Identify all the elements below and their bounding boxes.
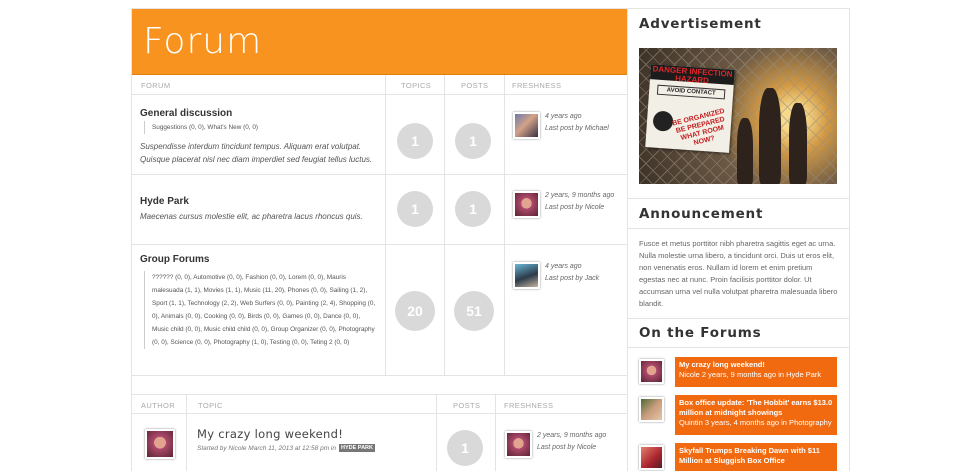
posts-count: 1 xyxy=(455,123,491,159)
forum-link-group-forums[interactable]: Group Forums xyxy=(140,254,209,265)
forum-activity-item[interactable]: Skyfall Trumps Breaking Dawn with $11 Mi… xyxy=(639,443,837,471)
avatar[interactable] xyxy=(513,191,540,218)
col-posts: POSTS xyxy=(461,81,489,90)
col-topics: TOPICS xyxy=(401,81,432,90)
announcement-text: Fusce et metus porttitor nibh pharetra s… xyxy=(639,239,838,308)
forum-description: Maecenas cursus molestie elit, ac pharet… xyxy=(140,212,363,221)
gas-mask-icon xyxy=(652,110,674,132)
forum-link-hyde-park[interactable]: Hyde Park xyxy=(140,196,189,207)
sign-scrawl: BE ORGANIZED BE PREPARED WHAT ROOM NOW? xyxy=(671,107,726,148)
forum-description: Suspendisse interdum tincidunt tempus. A… xyxy=(140,142,373,164)
freshness: 2 years, 9 months ago Last post by Nicol… xyxy=(537,430,606,454)
forum-header: Forum xyxy=(132,9,627,75)
activity-box[interactable]: Box office update: 'The Hobbit' earns $1… xyxy=(675,395,837,435)
avatar[interactable] xyxy=(639,445,664,470)
freshness-author[interactable]: Last post by Nicole xyxy=(545,202,614,214)
zombie-silhouette xyxy=(759,88,781,184)
page-title: Forum xyxy=(143,21,263,62)
sidebar: Advertisement DANGER INFECTION HAZARD AV… xyxy=(628,8,850,471)
activity-title[interactable]: Skyfall Trumps Breaking Dawn with $11 Mi… xyxy=(679,446,833,466)
posts-count: 1 xyxy=(447,430,483,466)
subforum-list[interactable]: ?????? (0, 0), Automotive (0, 0), Fashio… xyxy=(144,271,376,349)
freshness-time[interactable]: 2 years, 9 months ago xyxy=(545,190,614,202)
col-posts: POSTS xyxy=(453,401,481,410)
col-topic: TOPIC xyxy=(198,401,223,410)
topics-count: 1 xyxy=(397,191,433,227)
forum-row-hyde-park: Hyde Park Maecenas cursus molestie elit,… xyxy=(132,175,627,245)
announcement-title: Announcement xyxy=(639,206,764,222)
col-freshness: FRESHNESS xyxy=(512,81,562,90)
col-freshness: FRESHNESS xyxy=(504,401,554,410)
col-forum: FORUM xyxy=(141,81,171,90)
forum-panel: Forum FORUM TOPICS POSTS FRESHNESS Gener… xyxy=(131,8,628,471)
zombie-silhouette xyxy=(789,103,807,184)
freshness: 4 years ago Last post by Jack xyxy=(545,261,599,285)
author-avatar[interactable] xyxy=(145,429,175,459)
topics-count: 1 xyxy=(397,123,433,159)
sign-warning: AVOID CONTACT xyxy=(656,84,726,100)
freshness-author[interactable]: Last post by Jack xyxy=(545,273,599,285)
activity-title[interactable]: Box office update: 'The Hobbit' earns $1… xyxy=(679,398,833,418)
freshness-author[interactable]: Last post by Nicole xyxy=(537,442,606,454)
avatar[interactable] xyxy=(513,112,540,139)
forum-activity-item[interactable]: My crazy long weekend! Nicole 2 years, 9… xyxy=(639,357,837,387)
advertisement-image[interactable]: DANGER INFECTION HAZARD AVOID CONTACT BE… xyxy=(639,48,837,184)
avatar[interactable] xyxy=(639,359,664,384)
topic-meta: Started by Nicole March 11, 2013 at 12:5… xyxy=(197,444,375,452)
forum-table-header: FORUM TOPICS POSTS FRESHNESS xyxy=(132,75,627,95)
freshness-author[interactable]: Last post by Michael xyxy=(545,123,609,135)
forum-activity-item[interactable]: Box office update: 'The Hobbit' earns $1… xyxy=(639,395,837,435)
topic-link[interactable]: My crazy long weekend! xyxy=(197,427,343,441)
freshness-time[interactable]: 4 years ago xyxy=(545,261,599,273)
freshness: 4 years ago Last post by Michael xyxy=(545,111,609,135)
topics-table-header: AUTHOR TOPIC POSTS FRESHNESS xyxy=(132,394,627,414)
activity-meta: Quintin 3 years, 4 months ago in Photogr… xyxy=(679,418,832,427)
forum-link-general[interactable]: General discussion xyxy=(140,108,232,119)
forum-row-general: General discussion Suggestions (0, 0), W… xyxy=(132,95,627,175)
avatar[interactable] xyxy=(639,397,664,422)
subforum-list[interactable]: Suggestions (0, 0), What's New (0, 0) xyxy=(144,121,376,134)
posts-count: 1 xyxy=(455,191,491,227)
freshness-time[interactable]: 2 years, 9 months ago xyxy=(537,430,606,442)
danger-sign: DANGER INFECTION HAZARD AVOID CONTACT BE… xyxy=(645,64,735,153)
activity-meta: Nicole 2 years, 9 months ago in Hyde Par… xyxy=(679,370,822,379)
avatar[interactable] xyxy=(505,431,532,458)
freshness-time[interactable]: 4 years ago xyxy=(545,111,609,123)
posts-count: 51 xyxy=(454,291,494,331)
forum-tag[interactable]: HYDE PARK xyxy=(339,444,375,452)
forum-row-group-forums: Group Forums ?????? (0, 0), Automotive (… xyxy=(132,245,627,376)
topic-started: Started by Nicole March 11, 2013 at 12:5… xyxy=(197,445,336,452)
activity-box[interactable]: Skyfall Trumps Breaking Dawn with $11 Mi… xyxy=(675,443,837,471)
topic-row: My crazy long weekend! Started by Nicole… xyxy=(132,414,627,471)
activity-title[interactable]: My crazy long weekend! xyxy=(679,360,833,370)
avatar[interactable] xyxy=(513,262,540,289)
zombie-silhouette xyxy=(737,118,753,184)
freshness: 2 years, 9 months ago Last post by Nicol… xyxy=(545,190,614,214)
advertisement-title: Advertisement xyxy=(639,16,762,32)
on-the-forums-title: On the Forums xyxy=(639,325,762,341)
col-author: AUTHOR xyxy=(141,401,176,410)
activity-box[interactable]: My crazy long weekend! Nicole 2 years, 9… xyxy=(675,357,837,387)
topics-count: 20 xyxy=(395,291,435,331)
